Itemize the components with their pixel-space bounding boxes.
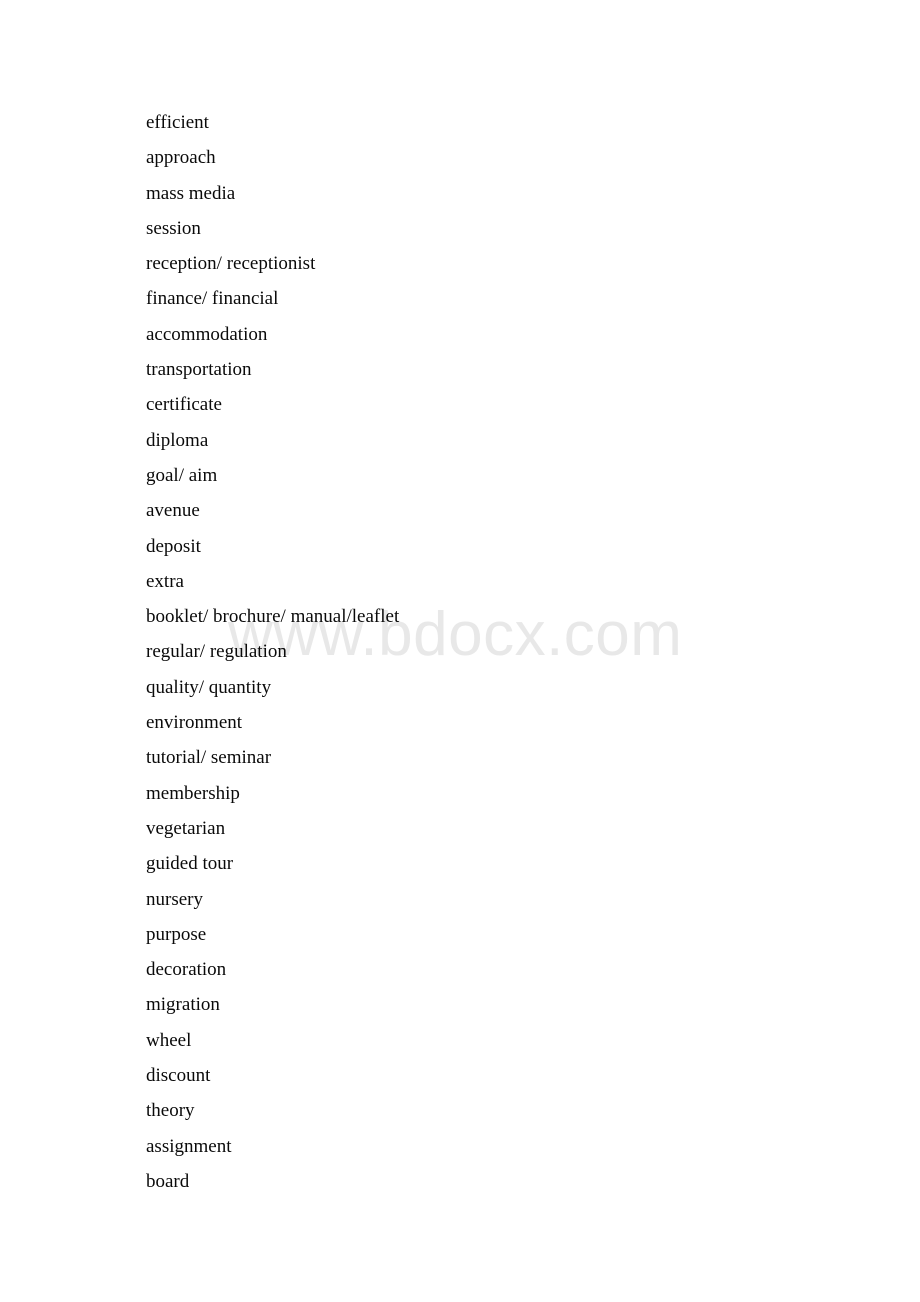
vocabulary-word-list: efficient approach mass media session recept… bbox=[146, 105, 846, 1199]
list-item: nursery bbox=[146, 888, 203, 910]
list-item: certificate bbox=[146, 394, 222, 416]
list-item: approach bbox=[146, 147, 216, 169]
list-item: extra bbox=[146, 570, 184, 592]
list-item: finance/ financial bbox=[146, 288, 279, 310]
document-page: www.bdocx.com efficient approach mass medi… bbox=[0, 0, 920, 1302]
list-item: theory bbox=[146, 1100, 195, 1122]
list-item: migration bbox=[146, 994, 220, 1016]
list-item: avenue bbox=[146, 500, 200, 522]
list-item: tutorial/ seminar bbox=[146, 747, 272, 769]
list-item: session bbox=[146, 217, 201, 239]
list-item: decoration bbox=[146, 959, 227, 981]
list-item: guided tour bbox=[146, 853, 234, 875]
list-item: purpose bbox=[146, 923, 207, 945]
list-item: efficient bbox=[146, 112, 209, 133]
list-item: discount bbox=[146, 1065, 211, 1087]
list-item: goal/ aim bbox=[146, 464, 218, 486]
list-item: reception/ receptionist bbox=[146, 253, 316, 275]
list-item: vegetarian bbox=[146, 817, 226, 839]
list-item: regular/ regulation bbox=[146, 641, 287, 663]
list-item: wheel bbox=[146, 1029, 192, 1051]
list-item: environment bbox=[146, 712, 243, 734]
list-item: booklet/ brochure/ manual/leaflet bbox=[146, 606, 400, 628]
list-item: board bbox=[146, 1170, 190, 1192]
list-item: assignment bbox=[146, 1135, 232, 1157]
list-item: deposit bbox=[146, 535, 201, 557]
list-item: transportation bbox=[146, 359, 252, 381]
list-item: quality/ quantity bbox=[146, 676, 272, 698]
list-item: membership bbox=[146, 782, 240, 804]
list-item: mass media bbox=[146, 182, 236, 204]
list-item: accommodation bbox=[146, 323, 268, 345]
list-item: diploma bbox=[146, 429, 209, 451]
